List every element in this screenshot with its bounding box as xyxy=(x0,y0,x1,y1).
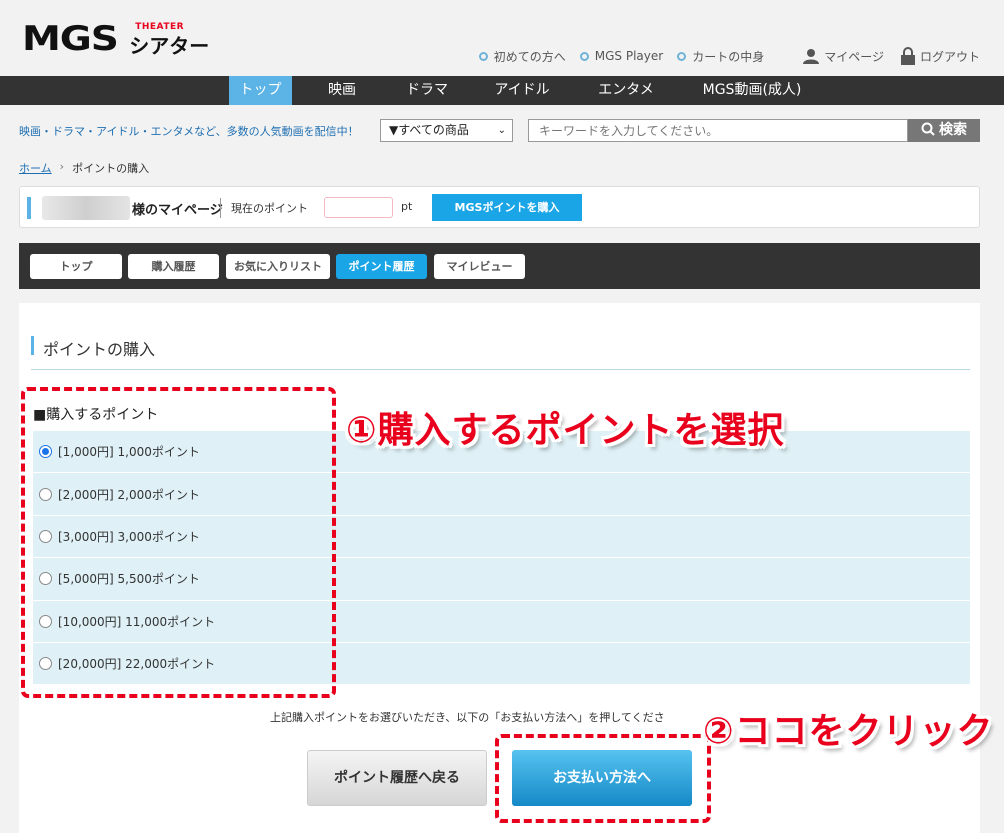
logo-theater-jp: シアター xyxy=(129,34,210,58)
search-button[interactable]: 検索 xyxy=(908,119,980,142)
mypage-title: 様のマイページ xyxy=(132,203,223,218)
link-cart[interactable]: カートの中身 xyxy=(677,48,764,65)
link-mgs-player-label: MGS Player xyxy=(594,49,664,63)
gnav-entame[interactable]: エンタメ xyxy=(584,76,668,105)
annotation-box-points xyxy=(21,387,336,698)
mypage-divider xyxy=(220,198,221,218)
buy-points-button[interactable]: MGSポイントを購入 xyxy=(432,194,582,221)
category-select-value: ▼すべての商品 xyxy=(389,123,469,137)
tab-purchase-history[interactable]: 購入履歴 xyxy=(128,254,219,279)
header-links: 初めての方へ MGS Player カートの中身 マイページ ログアウト xyxy=(465,47,980,65)
chevron-down-icon: ⌄ xyxy=(497,125,506,136)
gnav-top[interactable]: トップ xyxy=(229,76,292,105)
breadcrumb-home[interactable]: ホーム xyxy=(19,160,52,176)
lock-icon xyxy=(900,47,915,65)
breadcrumb: ホーム › ポイントの購入 xyxy=(19,160,149,176)
annotation-step2: ②ココをクリック xyxy=(703,711,994,752)
current-points-label: 現在のポイント xyxy=(231,202,308,215)
section-accent xyxy=(31,336,34,355)
category-select[interactable]: ▼すべての商品 ⌄ xyxy=(380,119,513,142)
points-unit: pt xyxy=(401,200,413,213)
logout-label: ログアウト xyxy=(919,49,980,64)
link-logout[interactable]: ログアウト xyxy=(900,47,980,65)
mypage-label: マイページ xyxy=(824,49,884,64)
current-points-value xyxy=(324,197,393,218)
circle-bullet-icon xyxy=(478,51,488,61)
tab-favorites[interactable]: お気に入りリスト xyxy=(226,254,330,279)
catch-copy: 映画・ドラマ・アイドル・エンタメなど、多数の人気動画を配信中！ xyxy=(19,125,359,138)
tab-point-history[interactable]: ポイント履歴 xyxy=(336,254,427,279)
link-beginners-label: 初めての方へ xyxy=(493,49,566,64)
gnav-movie[interactable]: 映画 xyxy=(312,76,372,105)
mypage-bar-accent xyxy=(27,197,31,219)
username-blurred xyxy=(42,196,130,220)
back-to-history-button[interactable]: ポイント履歴へ戻る xyxy=(307,750,487,806)
chevron-right-icon: › xyxy=(59,160,65,173)
search-icon xyxy=(921,122,935,136)
section-title: ポイントの購入 xyxy=(43,340,156,359)
tab-top[interactable]: トップ xyxy=(30,254,122,279)
circle-bullet-icon xyxy=(677,51,687,61)
instruction-note: 上記購入ポイントをお選びいただき、以下の「お支払い方法へ」を押してくださ xyxy=(270,711,665,724)
breadcrumb-current: ポイントの購入 xyxy=(72,162,150,175)
mypage-subnav: トップ 購入履歴 お気に入りリスト ポイント履歴 マイレビュー xyxy=(19,243,980,289)
site-header: MGS THEATER シアター 初めての方へ MGS Player カートの中… xyxy=(0,0,1004,76)
circle-bullet-icon xyxy=(579,51,589,61)
search-input[interactable] xyxy=(528,119,908,142)
tab-my-reviews[interactable]: マイレビュー xyxy=(434,254,525,279)
annotation-step1: ①購入するポイントを選択 xyxy=(346,410,785,451)
link-mypage[interactable]: マイページ xyxy=(802,48,884,65)
mypage-bar: 様のマイページ 現在のポイント pt MGSポイントを購入 xyxy=(19,186,980,228)
link-cart-label: カートの中身 xyxy=(692,49,765,64)
logo-mgs: MGS xyxy=(22,19,119,59)
search-button-label: 検索 xyxy=(939,122,967,138)
gnav-idol[interactable]: アイドル xyxy=(482,76,562,105)
global-nav: トップ 映画 ドラマ アイドル エンタメ MGS動画(成人) xyxy=(0,76,1004,105)
section-divider xyxy=(31,369,970,370)
annotation-box-pay xyxy=(495,734,711,823)
gnav-drama[interactable]: ドラマ xyxy=(392,76,462,105)
link-mgs-player[interactable]: MGS Player xyxy=(579,49,664,63)
user-icon xyxy=(803,49,820,64)
link-beginners[interactable]: 初めての方へ xyxy=(478,48,566,65)
gnav-mgs-adult[interactable]: MGS動画(成人) xyxy=(690,76,814,105)
site-logo[interactable]: MGS THEATER シアター xyxy=(22,19,209,59)
